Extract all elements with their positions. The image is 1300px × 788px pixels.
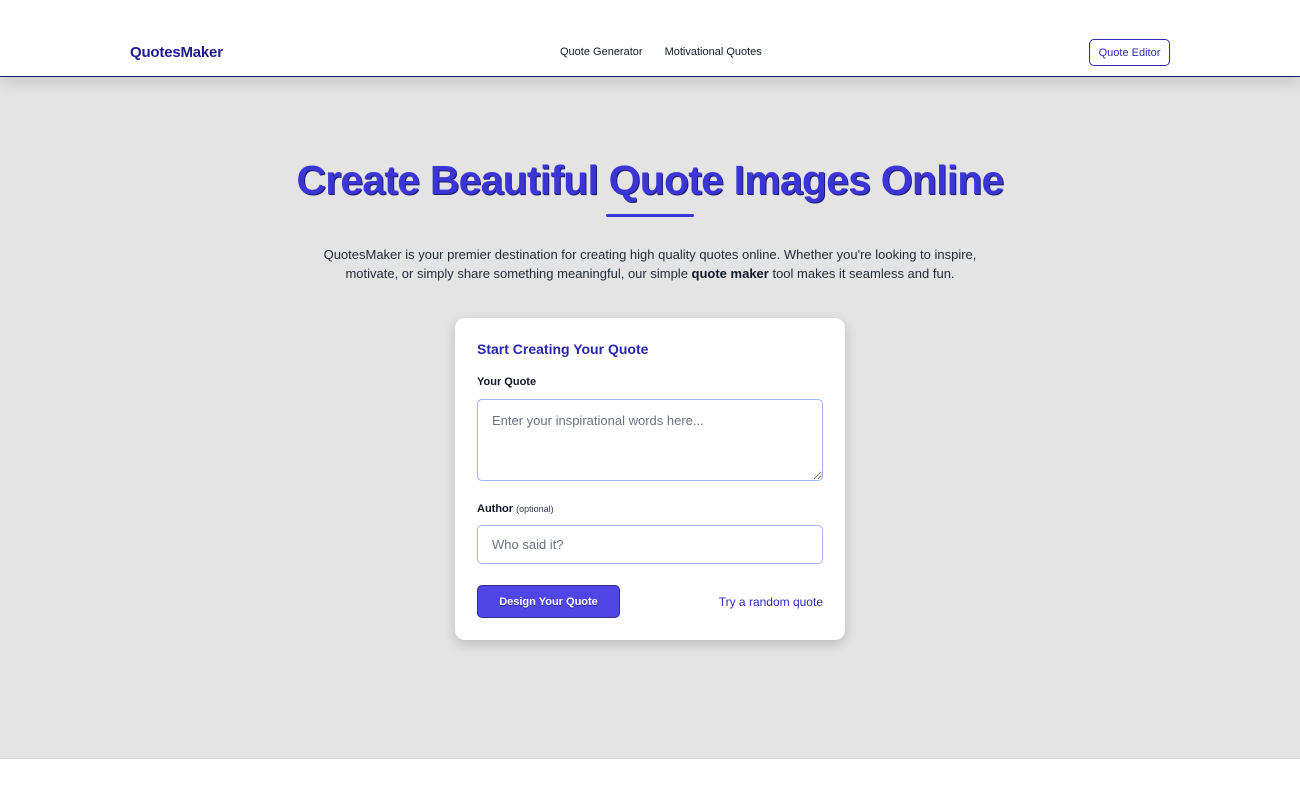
random-quote-link[interactable]: Try a random quote bbox=[719, 595, 823, 609]
intro-text-end: tool makes it seamless and fun. bbox=[768, 266, 955, 281]
top-navigation-bar: QuotesMaker Quote Generator Motivational… bbox=[0, 0, 1300, 77]
hero-section: Create Beautiful Quote Images Online Quo… bbox=[0, 77, 1300, 759]
intro-text: QuotesMaker is your premier destination … bbox=[300, 245, 1000, 283]
quote-textarea[interactable] bbox=[477, 399, 823, 481]
form-title: Start Creating Your Quote bbox=[477, 341, 649, 357]
author-label-text: Author bbox=[477, 503, 514, 515]
title-underline bbox=[606, 214, 694, 217]
quote-editor-button[interactable]: Quote Editor bbox=[1089, 39, 1170, 66]
author-optional-note: (optional) bbox=[516, 504, 554, 514]
quote-label-text: Your Quote bbox=[477, 376, 537, 388]
nav-quote-generator[interactable]: Quote Generator bbox=[560, 46, 643, 58]
page-title: Create Beautiful Quote Images Online bbox=[296, 157, 1004, 203]
design-quote-button[interactable]: Design Your Quote bbox=[477, 585, 620, 618]
quote-label: Your Quote bbox=[477, 376, 536, 388]
intro-text-bold: quote maker bbox=[691, 266, 769, 281]
brand-logo[interactable]: QuotesMaker bbox=[130, 44, 223, 61]
author-input[interactable] bbox=[477, 525, 823, 564]
quote-form-card: Start Creating Your Quote Your Quote Aut… bbox=[455, 318, 845, 640]
nav-motivational-quotes[interactable]: Motivational Quotes bbox=[665, 46, 762, 58]
main-nav: Quote Generator Motivational Quotes bbox=[560, 46, 762, 58]
author-label: Author (optional) bbox=[477, 503, 554, 515]
